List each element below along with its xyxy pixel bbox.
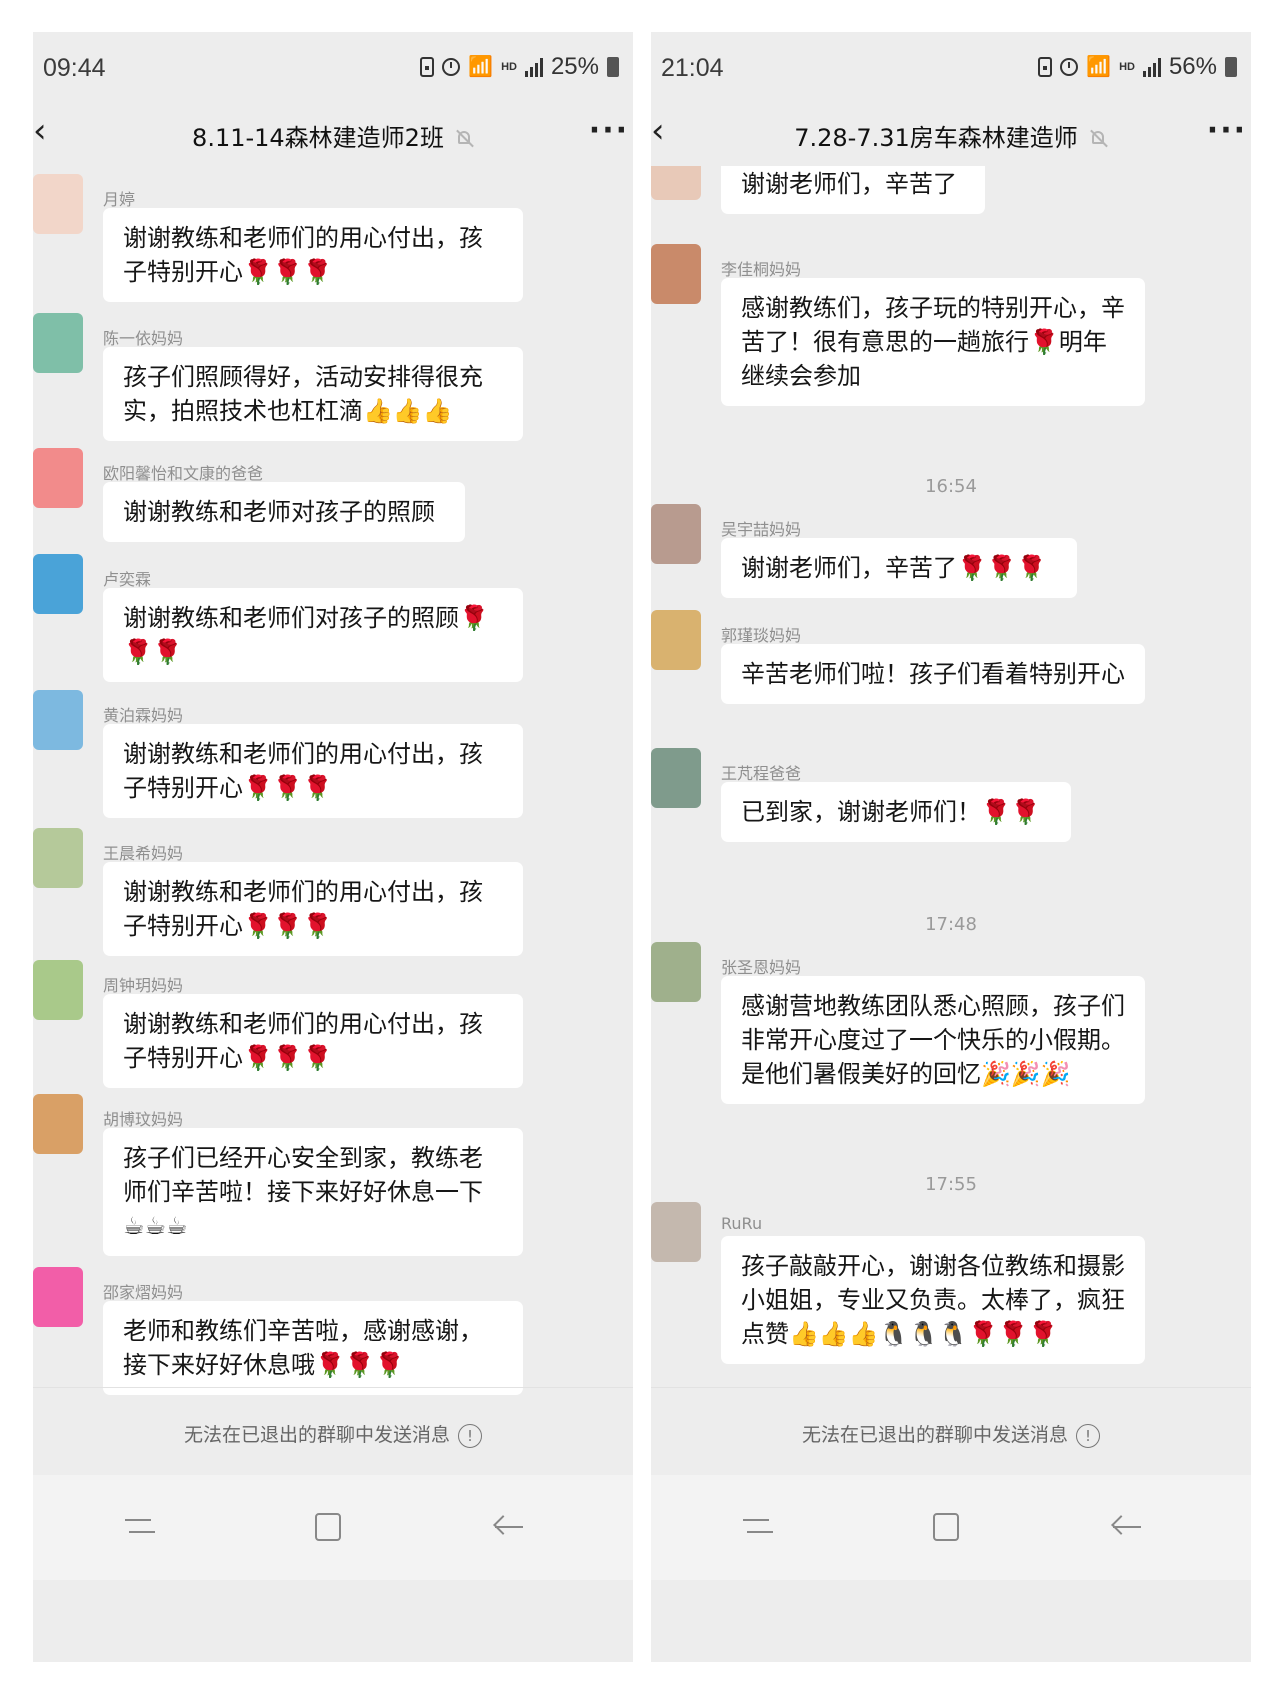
message-bubble[interactable]: 谢谢老师们，辛苦了 (721, 166, 985, 214)
status-time: 21:04 (661, 54, 724, 82)
message-bubble[interactable]: 孩子敲敲开心，谢谢各位教练和摄影小姐姐，专业又负责。太棒了，疯狂点赞👍👍👍🐧🐧🐧… (721, 1236, 1145, 1364)
avatar[interactable] (33, 1094, 83, 1154)
battery-percent: 25% (550, 53, 599, 80)
signal-icon (1142, 57, 1161, 77)
avatar[interactable] (651, 1202, 701, 1262)
chat-title: 8.11-14森林建造师2班 (192, 124, 444, 152)
chat-title-wrap: 8.11-14森林建造师2班 (33, 118, 633, 153)
exited-group-notice: 无法在已退出的群聊中发送消息! (33, 1387, 633, 1476)
sender-name: 胡博玟妈妈 (103, 1110, 184, 1129)
message-bubble[interactable]: 辛苦老师们啦！孩子们看着特别开心 (721, 644, 1145, 704)
hd-icon: HD (1119, 61, 1135, 73)
wifi-icon: 📶 (468, 56, 494, 78)
exited-group-notice: 无法在已退出的群聊中发送消息! (651, 1387, 1251, 1476)
avatar[interactable] (33, 174, 83, 234)
chat-header: ‹ 7.28-7.31房车森林建造师 ··· (651, 100, 1251, 166)
chat-screen-right: 21:04 📶 HD 56% ‹ 7.28-7.31房车森林建造师 ··· 谢谢… (651, 32, 1251, 1662)
status-time: 09:44 (43, 54, 106, 82)
timestamp: 16:54 (925, 476, 977, 497)
battery-icon (607, 57, 619, 77)
more-options-icon[interactable]: ··· (589, 116, 629, 146)
avatar[interactable] (33, 313, 83, 373)
avatar[interactable] (651, 748, 701, 808)
sender-name: 周钟玥妈妈 (103, 976, 184, 995)
recent-apps-icon[interactable] (125, 1513, 155, 1539)
sender-name: 陈一依妈妈 (103, 329, 184, 348)
avatar[interactable] (651, 504, 701, 564)
mute-bell-icon (1090, 129, 1108, 147)
battery-saver-icon (1038, 57, 1053, 77)
chat-title-wrap: 7.28-7.31房车森林建造师 (651, 118, 1251, 153)
message-bubble[interactable]: 谢谢教练和老师对孩子的照顾 (103, 482, 465, 542)
message-bubble[interactable]: 谢谢教练和老师们对孩子的照顾🌹🌹🌹 (103, 588, 523, 682)
wifi-icon: 📶 (1086, 56, 1112, 78)
avatar[interactable] (33, 828, 83, 888)
avatar[interactable] (651, 610, 701, 670)
system-nav-bar (33, 1475, 633, 1580)
message-bubble[interactable]: 感谢营地教练团队悉心照顾，孩子们非常开心度过了一个快乐的小假期。是他们暑假美好的… (721, 976, 1145, 1104)
timestamp: 17:55 (925, 1174, 977, 1195)
battery-icon (1225, 57, 1237, 77)
sender-name: 张圣恩妈妈 (721, 958, 802, 977)
message-bubble[interactable]: 孩子们已经开心安全到家，教练老师们辛苦啦！接下来好好休息一下☕☕☕ (103, 1128, 523, 1256)
sender-name: 李佳桐妈妈 (721, 260, 802, 279)
notice-text: 无法在已退出的群聊中发送消息 (801, 1424, 1068, 1446)
avatar[interactable] (33, 448, 83, 508)
battery-percent: 56% (1168, 53, 1217, 80)
status-icons: 📶 HD 25% (420, 53, 619, 81)
message-bubble[interactable]: 谢谢老师们，辛苦了🌹🌹🌹 (721, 538, 1077, 598)
chat-screen-left: 09:44 📶 HD 25% ‹ 8.11-14森林建造师2班 ··· 月婷 谢… (33, 32, 633, 1662)
recent-apps-icon[interactable] (743, 1513, 773, 1539)
alarm-icon (1060, 58, 1079, 76)
avatar[interactable] (33, 960, 83, 1020)
system-back-icon[interactable] (1111, 1513, 1145, 1541)
message-bubble[interactable]: 感谢教练们，孩子玩的特别开心，辛苦了！很有意思的一趟旅行🌹明年继续会参加 (721, 278, 1145, 406)
message-bubble[interactable]: 孩子们照顾得好，活动安排得很充实，拍照技术也杠杠滴👍👍👍 (103, 347, 523, 441)
battery-saver-icon (420, 57, 435, 77)
status-bar: 21:04 📶 HD 56% (651, 32, 1251, 100)
signal-icon (524, 57, 543, 77)
system-nav-bar (651, 1475, 1251, 1580)
sender-name: 吴宇喆妈妈 (721, 520, 802, 539)
sender-name: 邵家熠妈妈 (103, 1283, 184, 1302)
status-bar: 09:44 📶 HD 25% (33, 32, 633, 100)
sender-name: 王晨希妈妈 (103, 844, 184, 863)
message-bubble[interactable]: 谢谢教练和老师们的用心付出，孩子特别开心🌹🌹🌹 (103, 994, 523, 1088)
sender-name: 卢奕霖 (103, 570, 152, 589)
home-icon[interactable] (933, 1513, 959, 1541)
info-icon[interactable]: ! (1076, 1423, 1100, 1448)
message-list[interactable]: 谢谢老师们，辛苦了 李佳桐妈妈 感谢教练们，孩子玩的特别开心，辛苦了！很有意思的… (651, 166, 1251, 1452)
avatar[interactable] (651, 942, 701, 1002)
sender-name: 王芃程爸爸 (721, 764, 802, 783)
avatar[interactable] (33, 690, 83, 750)
home-icon[interactable] (315, 1513, 341, 1541)
system-back-icon[interactable] (493, 1513, 527, 1541)
sender-name: 黄泊霖妈妈 (103, 706, 184, 725)
sender-name: 欧阳馨怡和文康的爸爸 (103, 464, 264, 483)
chat-title: 7.28-7.31房车森林建造师 (794, 124, 1078, 152)
more-options-icon[interactable]: ··· (1207, 116, 1247, 146)
sender-name: RuRu (721, 1214, 763, 1233)
avatar[interactable] (651, 166, 701, 200)
sender-name: 郭瑾琰妈妈 (721, 626, 802, 645)
alarm-icon (442, 58, 461, 76)
avatar[interactable] (651, 244, 701, 304)
message-bubble[interactable]: 谢谢教练和老师们的用心付出，孩子特别开心🌹🌹🌹 (103, 208, 523, 302)
timestamp: 17:48 (925, 914, 977, 935)
message-list[interactable]: 月婷 谢谢教练和老师们的用心付出，孩子特别开心🌹🌹🌹 陈一依妈妈 孩子们照顾得好… (33, 166, 633, 1452)
sender-name: 月婷 (103, 190, 136, 209)
hd-icon: HD (501, 61, 517, 73)
notice-text: 无法在已退出的群聊中发送消息 (183, 1424, 450, 1446)
avatar[interactable] (33, 554, 83, 614)
message-bubble[interactable]: 谢谢教练和老师们的用心付出，孩子特别开心🌹🌹🌹 (103, 724, 523, 818)
mute-bell-icon (456, 129, 474, 147)
message-bubble[interactable]: 已到家，谢谢老师们！🌹🌹 (721, 782, 1071, 842)
message-bubble[interactable]: 谢谢教练和老师们的用心付出，孩子特别开心🌹🌹🌹 (103, 862, 523, 956)
info-icon[interactable]: ! (458, 1423, 482, 1448)
avatar[interactable] (33, 1267, 83, 1327)
message-bubble[interactable]: 老师和教练们辛苦啦，感谢感谢，接下来好好休息哦🌹🌹🌹 (103, 1301, 523, 1395)
status-icons: 📶 HD 56% (1038, 53, 1237, 81)
chat-header: ‹ 8.11-14森林建造师2班 ··· (33, 100, 633, 166)
